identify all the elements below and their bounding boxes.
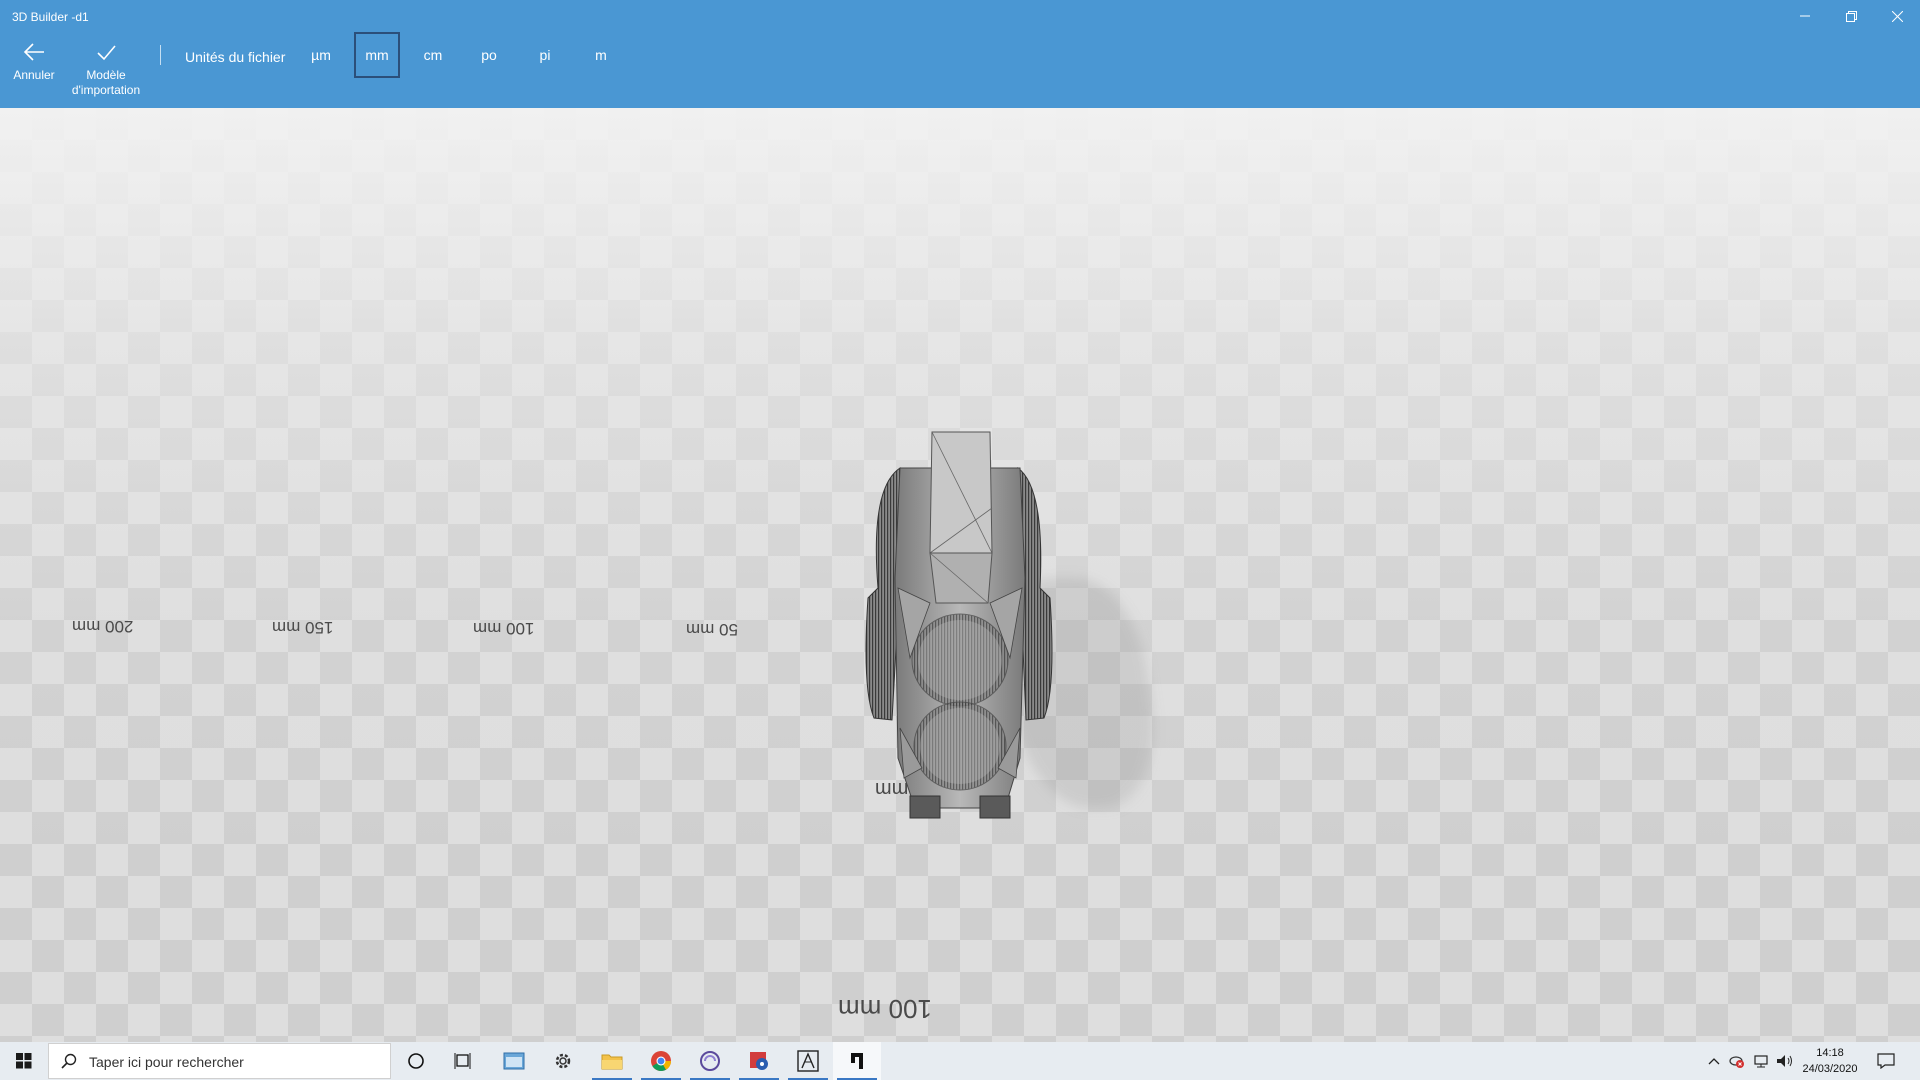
unit-millimeter-option[interactable]: mm [354,32,400,78]
windows-logo-icon [16,1053,32,1069]
3d-model[interactable] [860,428,1060,828]
unit-micrometer-option[interactable]: µm [298,32,344,78]
ruler-label-depth-100: 100 mm [838,994,932,1024]
unit-foot-option[interactable]: pi [522,32,568,78]
window-title: 3D Builder -d1 [12,10,89,24]
window-controls [1782,0,1920,32]
settings-gear-icon[interactable] [539,1042,587,1080]
toolbar-divider [160,45,161,65]
unit-inch-option[interactable]: po [466,32,512,78]
security-alert-icon[interactable] [1725,1053,1749,1069]
ruler-label-x-150: 150 mm [272,618,334,637]
import-label-line2: d'importation [71,83,141,97]
network-icon[interactable] [1749,1053,1773,1069]
back-arrow-icon [23,43,44,61]
red-settings-app-icon[interactable] [735,1042,783,1080]
unit-centimeter-option[interactable]: cm [410,32,456,78]
clock-time: 14:18 [1816,1047,1844,1059]
taskbar-search-box[interactable]: Taper ici pour rechercher [48,1043,391,1079]
import-label-line1: Modèle [86,68,126,82]
minimize-icon[interactable] [1782,0,1828,32]
cortana-icon[interactable] [392,1042,440,1080]
close-icon[interactable] [1874,0,1920,32]
windows-start-button[interactable] [0,1042,48,1080]
import-model-button[interactable]: Modèle d'importation [68,42,144,98]
chrome-icon[interactable] [637,1042,685,1080]
system-tray [1703,1042,1797,1080]
checkmark-icon [97,45,116,61]
ruler-label-x-50: 50 mm [686,620,738,639]
action-center-icon[interactable] [1862,1042,1910,1080]
ruler-label-x-200: 200 mm [72,617,134,636]
3d-viewport[interactable]: 200 mm 150 mm 100 mm 50 mm 50 mm 100 mm [0,108,1920,1042]
cancel-button[interactable]: Annuler [12,42,56,83]
search-placeholder: Taper ici pour rechercher [89,1054,244,1070]
clock-date: 24/03/2020 [1802,1063,1858,1075]
restore-icon[interactable] [1828,0,1874,32]
search-icon [61,1053,77,1069]
3d-builder-icon[interactable] [833,1042,881,1080]
cancel-label: Annuler [13,68,55,82]
taskbar: Taper ici pour rechercher 14:18 24/03/20… [0,1042,1920,1080]
file-explorer-icon[interactable] [588,1042,636,1080]
task-view-icon[interactable] [440,1042,488,1080]
chevron-up-icon[interactable] [1703,1057,1725,1065]
app-header: 3D Builder -d1 Annuler Modèle d'importat… [0,0,1920,108]
drawing-app-icon[interactable] [784,1042,832,1080]
file-units-label: Unités du fichier [185,49,286,65]
app-window-icon[interactable] [490,1042,538,1080]
swirl-app-icon[interactable] [686,1042,734,1080]
taskbar-clock[interactable]: 14:18 24/03/2020 [1790,1045,1870,1077]
unit-meter-option[interactable]: m [578,32,624,78]
ruler-label-x-100: 100 mm [473,619,535,638]
